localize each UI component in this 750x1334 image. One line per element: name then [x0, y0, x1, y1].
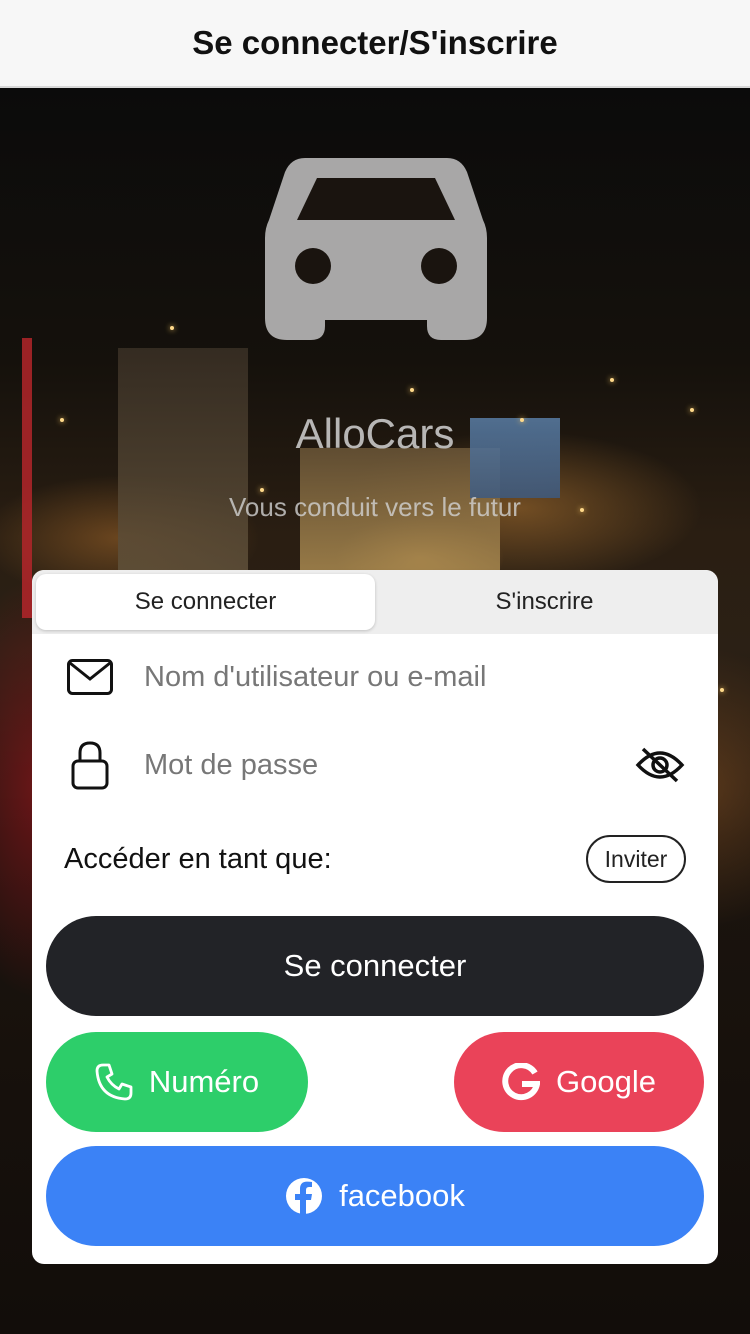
password-row [32, 730, 718, 800]
invite-button[interactable]: Inviter [586, 835, 686, 883]
login-button-label: Se connecter [283, 948, 467, 983]
tab-register[interactable]: S'inscrire [375, 574, 714, 630]
page-title: Se connecter/S'inscrire [192, 24, 558, 61]
login-card: Se connecter S'inscrire Ac [32, 570, 718, 1264]
app-name: AlloCars [295, 410, 455, 457]
envelope-icon [66, 653, 114, 701]
facebook-login-label: facebook [339, 1178, 465, 1213]
username-row [32, 642, 718, 712]
top-bar: Se connecter/S'inscrire [0, 0, 750, 88]
google-login-button[interactable]: Google [454, 1032, 704, 1132]
lock-icon [66, 741, 114, 790]
tab-login[interactable]: Se connecter [36, 574, 375, 630]
facebook-login-button[interactable]: facebook [46, 1146, 704, 1246]
username-input[interactable] [144, 647, 624, 707]
login-button[interactable]: Se connecter [46, 916, 704, 1016]
car-icon [265, 158, 487, 340]
phone-icon [95, 1063, 133, 1101]
google-login-label: Google [556, 1064, 656, 1099]
phone-login-label: Numéro [148, 1064, 260, 1099]
access-row: Accéder en tant que: Inviter [64, 834, 686, 884]
google-icon [502, 1063, 541, 1101]
facebook-icon [286, 1178, 323, 1214]
access-label: Accéder en tant que: [64, 842, 332, 875]
auth-tabs: Se connecter S'inscrire [32, 570, 718, 634]
phone-login-button[interactable]: Numéro [46, 1032, 308, 1132]
app-tagline: Vous conduit vers le futur [229, 492, 521, 522]
eye-slash-icon[interactable] [632, 741, 688, 789]
password-input[interactable] [144, 735, 624, 795]
